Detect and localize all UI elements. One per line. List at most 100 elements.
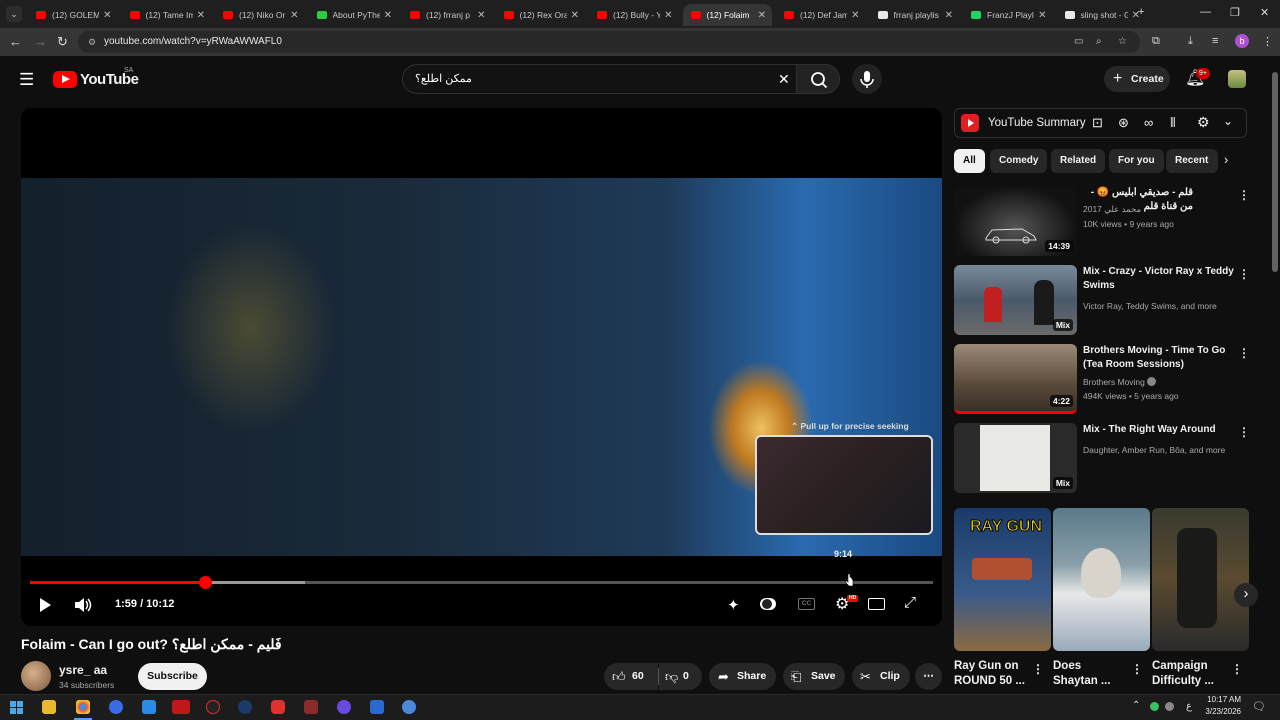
like-button[interactable]: 👍︎ 60 (604, 663, 658, 690)
chatgpt-icon[interactable]: ⊛ (1118, 115, 1129, 131)
chrome-icon[interactable] (76, 700, 90, 714)
recommendation-thumbnail[interactable]: 4:22 (954, 344, 1077, 414)
tray-status-icon[interactable] (1150, 702, 1159, 711)
filter-chip[interactable]: For you (1109, 149, 1164, 173)
play-button[interactable] (37, 596, 53, 617)
file-explorer-icon[interactable] (42, 700, 56, 714)
app-icon-window[interactable] (370, 700, 384, 714)
filter-chip[interactable]: Comedy (990, 149, 1048, 173)
chips-next-chevron-icon[interactable]: › (1224, 152, 1228, 167)
kebab-menu-icon[interactable]: ⋮ (1238, 425, 1250, 439)
save-button[interactable]: ⎗ Save (783, 663, 845, 690)
zoom-icon[interactable]: ⌕ (1096, 31, 1102, 53)
profile-avatar[interactable]: b (1235, 34, 1249, 48)
tab-close-icon[interactable]: ✕ (571, 10, 579, 21)
youtube-summary-panel[interactable]: YouTube Summary ⊡ ⊛ ∞ ⦀ ⚙ ⌄ (954, 108, 1247, 138)
browser-tab[interactable]: (12) Bully - Y ✕ (589, 4, 679, 26)
cast-icon[interactable]: ▭ (1074, 31, 1083, 53)
scrubber-handle[interactable] (199, 576, 213, 589)
recommendation-channel[interactable]: محمد علي 2017 (1083, 203, 1243, 215)
theater-mode-icon[interactable] (868, 598, 885, 610)
tab-close-icon[interactable]: ✕ (945, 10, 953, 21)
steam-icon[interactable] (238, 700, 252, 714)
browser-tab[interactable]: (12) Rex Ora ✕ (496, 4, 586, 26)
clip-button[interactable]: ✂ Clip (852, 663, 910, 690)
short-title[interactable]: Does Shaytan ... (1053, 659, 1128, 689)
fullscreen-icon[interactable]: ⤢ (904, 594, 916, 611)
account-avatar[interactable] (1228, 70, 1246, 88)
recommendation-channel[interactable]: Daughter, Amber Run, Bôa, and more (1083, 444, 1243, 456)
tab-close-icon[interactable]: ✕ (197, 10, 205, 21)
scrollbar-thumb[interactable] (1272, 72, 1278, 272)
app-icon-blue[interactable] (109, 700, 123, 714)
tab-close-icon[interactable]: ✕ (477, 10, 485, 21)
site-info-icon[interactable]: ⚙ (88, 31, 96, 53)
notification-center-icon[interactable]: 🗨︎ (1252, 700, 1266, 713)
voice-search-button[interactable] (852, 64, 882, 94)
recommendation-channel[interactable]: Brothers Moving (1083, 376, 1243, 388)
tab-close-icon[interactable]: ✕ (664, 10, 672, 21)
channel-name[interactable]: ysre_ aa (59, 663, 107, 677)
tab-close-icon[interactable]: ✕ (851, 10, 859, 21)
kebab-menu-icon[interactable]: ⋮ (1238, 346, 1250, 360)
browser-tab[interactable]: frranj playlis ✕ (870, 4, 960, 26)
tab-search-button[interactable]: ⌄ (6, 6, 22, 22)
captions-icon[interactable]: CC (798, 598, 815, 610)
app-icon-db[interactable] (402, 700, 416, 714)
tray-chevron-icon[interactable]: ⌃ (1132, 700, 1140, 711)
recommendation-item[interactable]: Mix Mix - Crazy - Victor Ray x Teddy Swi… (954, 265, 1254, 337)
recommendation-title[interactable]: Mix - Crazy - Victor Ray x Teddy Swims (1083, 265, 1243, 293)
windows-start-icon[interactable] (10, 701, 23, 714)
media-control-icon[interactable]: ≡ (1212, 35, 1218, 47)
clear-search-icon[interactable]: ✕ (778, 65, 790, 93)
short-title[interactable]: Ray Gun on ROUND 50 ... (954, 659, 1029, 689)
autoplay-toggle[interactable] (760, 598, 776, 610)
summary-settings-icon[interactable]: ⚙ (1197, 114, 1210, 131)
tab-close-icon[interactable]: ✕ (1038, 10, 1046, 21)
search-button[interactable] (796, 64, 840, 94)
extensions-icon[interactable]: ⧉ (1152, 35, 1160, 48)
browser-menu-icon[interactable]: ⋮ (1262, 35, 1273, 48)
recommendation-thumbnail[interactable]: Mix (954, 423, 1077, 493)
recommendation-thumbnail[interactable]: Mix (954, 265, 1077, 335)
clock-time[interactable]: 10:17 AM (1201, 695, 1241, 704)
recommendation-item[interactable]: Mix Mix - The Right Way Around Daughter,… (954, 423, 1254, 495)
browser-tab[interactable]: FranzJ Playlis ✕ (963, 4, 1053, 26)
short-thumbnail[interactable]: RAY GUN (954, 508, 1051, 651)
browser-tab[interactable]: (12) frranj p ✕ (402, 4, 492, 26)
tray-icon[interactable] (1165, 702, 1174, 711)
bookmark-star-icon[interactable]: ☆ (1118, 31, 1127, 53)
app-icon-purple[interactable] (337, 700, 351, 714)
share-button[interactable]: ➦ Share (709, 663, 776, 690)
channel-avatar[interactable] (21, 661, 51, 691)
hamburger-menu-icon[interactable]: ☰ (19, 70, 34, 90)
forward-icon[interactable]: → (34, 34, 47, 49)
filter-chip[interactable]: Related (1051, 149, 1106, 173)
app-icon-game[interactable] (271, 700, 285, 714)
browser-tab[interactable]: (12) Tame Im ✕ (122, 4, 212, 26)
search-input[interactable]: ممكن اطلع؟ ✕ (402, 64, 796, 94)
ai-sparkle-icon[interactable]: ✦ (727, 596, 740, 614)
tab-close-icon[interactable]: ✕ (758, 10, 766, 21)
short-thumbnail[interactable] (1053, 508, 1150, 651)
valorant-icon[interactable] (304, 700, 318, 714)
recommendation-thumbnail[interactable]: 14:39 (954, 186, 1077, 256)
app-icon-edit[interactable] (142, 700, 156, 714)
recommendation-item[interactable]: 4:22 Brothers Moving - Time To Go (Tea R… (954, 344, 1254, 416)
progress-bar[interactable] (30, 581, 933, 584)
back-icon[interactable]: ← (9, 34, 22, 49)
summary-robot-icon[interactable]: ⊡ (1092, 115, 1103, 131)
browser-tab[interactable]: About PyThe ✕ (309, 4, 399, 26)
filter-chip[interactable]: Recent (1166, 149, 1218, 173)
browser-tab[interactable]: sling shot - G ✕ (1057, 4, 1147, 26)
recommendation-channel[interactable]: Victor Ray, Teddy Swims, and more (1083, 300, 1243, 312)
minimize-icon[interactable]: — (1200, 6, 1211, 18)
app-icon-red[interactable] (172, 700, 190, 714)
short-title[interactable]: Campaign Difficulty ... (1152, 659, 1227, 689)
tab-close-icon[interactable]: ✕ (384, 10, 392, 21)
address-bar[interactable]: ⚙ youtube.com/watch?v=yRWaAWWAFL0 ▭ ⌕ ☆ (78, 31, 1140, 53)
kebab-menu-icon[interactable]: ⋮ (1131, 662, 1143, 676)
app-icon-circle[interactable] (206, 700, 220, 714)
kebab-menu-icon[interactable]: ⋮ (1231, 662, 1243, 676)
browser-tab[interactable]: (12) GOLEM ✕ (28, 4, 118, 26)
